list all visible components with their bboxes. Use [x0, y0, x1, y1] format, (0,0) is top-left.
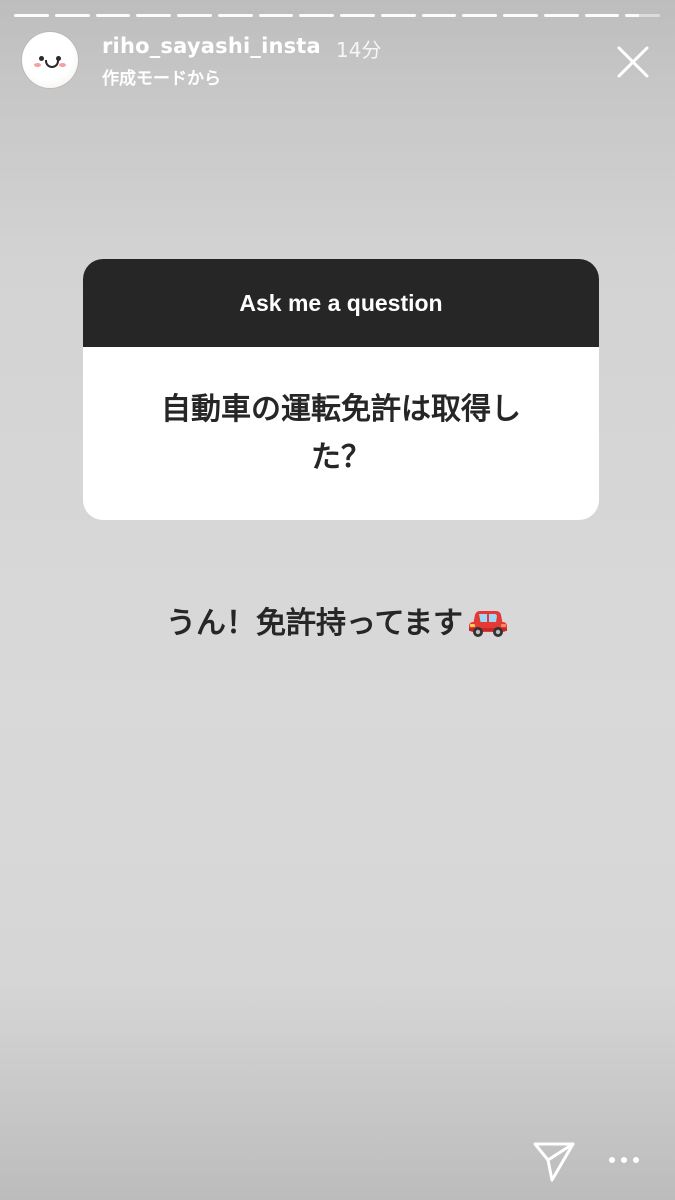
story-progress-segment — [543, 14, 579, 17]
question-sticker-header: Ask me a question — [83, 259, 599, 347]
story-header: riho_sayashi_insta 14分 作成モードから — [22, 32, 661, 92]
story-progress-segment — [14, 14, 49, 17]
story-progress-segment — [136, 14, 171, 17]
username-link[interactable]: riho_sayashi_insta — [102, 34, 321, 58]
question-sticker[interactable]: Ask me a question 自動車の運転免許は取得した？ — [83, 259, 599, 520]
story-progress-segment — [54, 14, 90, 17]
story-progress-segment — [503, 14, 538, 17]
story-progress-segment — [177, 14, 212, 17]
post-time: 14分 — [336, 38, 382, 62]
send-icon — [533, 1142, 575, 1182]
story-subtitle: 作成モードから — [102, 69, 221, 89]
story-progress-segment — [380, 14, 416, 17]
red-car-icon — [469, 611, 507, 637]
avatar-cheek — [59, 63, 66, 67]
story-progress-segment — [217, 14, 253, 17]
avatar[interactable] — [22, 32, 78, 88]
story-progress-segment — [299, 14, 334, 17]
question-text: 自動車の運転免許は取得した？ — [161, 391, 521, 475]
close-icon — [617, 46, 649, 78]
story-progress-segment — [95, 14, 131, 17]
close-button[interactable] — [613, 42, 653, 82]
story-progress-segment — [462, 14, 497, 17]
more-options-button[interactable] — [604, 1148, 644, 1172]
avatar-mouth — [45, 60, 59, 68]
question-sticker-title: Ask me a question — [239, 289, 443, 316]
avatar-cheek — [34, 63, 41, 67]
send-button[interactable] — [531, 1138, 577, 1184]
story-progress-bar — [14, 14, 660, 18]
avatar-eye — [39, 56, 44, 61]
answer-caption: うん！免許持ってます — [0, 598, 675, 642]
story-progress-segment — [340, 14, 375, 17]
story-progress-segment — [258, 14, 294, 17]
question-sticker-body: 自動車の運転免許は取得した？ — [83, 347, 599, 520]
answer-text: うん！免許持ってます — [166, 606, 463, 641]
story-progress-segment — [421, 14, 457, 17]
more-options-icon — [609, 1157, 639, 1163]
story-progress-segment-current — [625, 14, 660, 17]
story-progress-segment — [584, 14, 620, 17]
